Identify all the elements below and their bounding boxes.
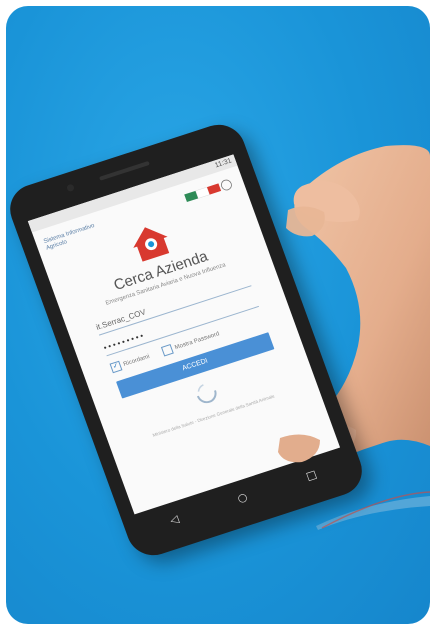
photo-stage: 11:31 Sistema Informativo Agricolo Cerca… <box>0 0 436 630</box>
blue-background-card: 11:31 Sistema Informativo Agricolo Cerca… <box>6 6 430 624</box>
hand-fingers-foreground <box>278 206 325 463</box>
